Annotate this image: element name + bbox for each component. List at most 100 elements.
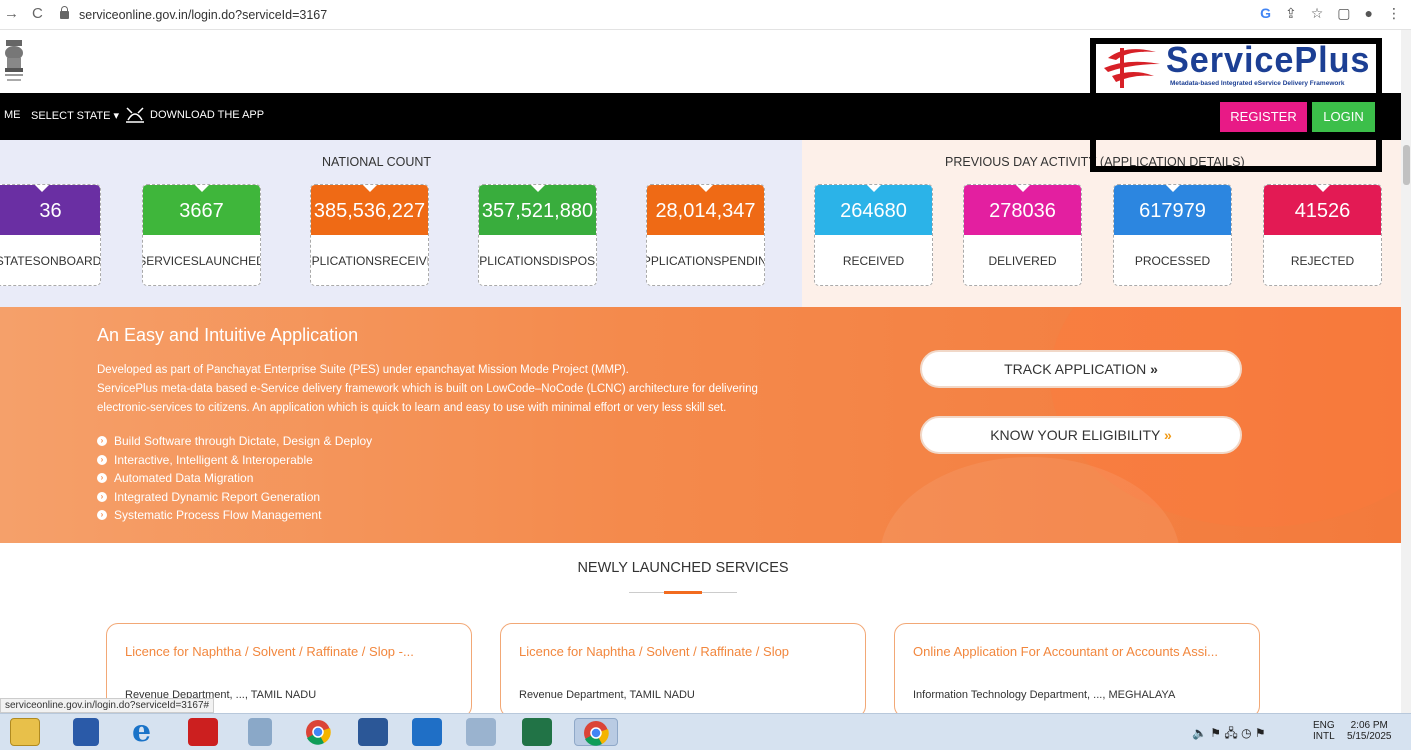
nav-select-state[interactable]: SELECT STATE ▾: [31, 109, 119, 122]
service-card-department: Revenue Department, TAMIL NADU: [519, 689, 695, 701]
stat-states-onboard: 36 STATES ONBOARD: [0, 184, 101, 286]
arrow-circle-icon: ›: [97, 473, 107, 483]
stat-value: 357,521,880: [479, 185, 596, 235]
serviceplus-logo[interactable]: ServicePlus Metadata-based Integrated eS…: [1098, 39, 1376, 92]
link-status-tooltip: serviceonline.gov.in/login.do?serviceId=…: [0, 698, 215, 713]
stat-processed: 617979 PROCESSED: [1113, 184, 1232, 286]
service-card-title[interactable]: Licence for Naphtha / Solvent / Raffinat…: [125, 642, 455, 661]
main-nav: ME SELECT STATE ▾ DOWNLOAD THE APP: [0, 93, 1401, 140]
excel-icon[interactable]: [522, 718, 552, 746]
clock[interactable]: 2:06 PM 5/15/2025: [1347, 720, 1392, 742]
page-scrollbar[interactable]: [1401, 30, 1411, 713]
newly-launched-title: NEWLY LAUNCHED SERVICES: [577, 560, 789, 576]
menu-icon[interactable]: ⋮: [1387, 5, 1401, 22]
service-card[interactable]: Online Application For Accountant or Acc…: [894, 623, 1260, 718]
stat-applications-disposed: 357,521,880 APPLICATIONSDISPOSED: [478, 184, 597, 286]
title-underline-accent: [664, 591, 702, 594]
share-icon[interactable]: ⇪: [1285, 5, 1297, 22]
stat-received: 264680 RECEIVED: [814, 184, 933, 286]
reload-icon[interactable]: C: [32, 5, 43, 22]
tab-icon[interactable]: ▢: [1337, 5, 1350, 22]
brand-name: ServicePlus: [1166, 39, 1371, 80]
profile-icon[interactable]: ●: [1365, 5, 1373, 22]
stat-value: 385,536,227: [311, 185, 428, 235]
serviceplus-swoosh-icon: [1104, 48, 1160, 88]
service-card-department: Information Technology Department, ..., …: [913, 689, 1176, 701]
stat-label: PROCESSED: [1134, 253, 1211, 268]
file-explorer-icon[interactable]: [10, 718, 40, 746]
stat-applications-received: 385,536,227 APPLICATIONSRECEIVED: [310, 184, 429, 286]
stat-services-launched: 3667 SERVICES LAUNCHED: [142, 184, 261, 286]
stat-label: REJECTED: [1290, 253, 1355, 268]
banner-paragraph: ServicePlus meta-data based e-Service de…: [97, 383, 758, 395]
feature-item: › Build Software through Dictate, Design …: [97, 434, 372, 448]
know-eligibility-button[interactable]: KNOW YOUR ELIGIBILITY »: [920, 416, 1242, 454]
banner-paragraph: Developed as part of Panchayat Enterpris…: [97, 364, 629, 376]
track-application-button[interactable]: TRACK APPLICATION »: [920, 350, 1242, 388]
forward-icon[interactable]: →: [4, 5, 19, 22]
lock-icon: [60, 6, 69, 19]
feature-item: › Systematic Process Flow Management: [97, 508, 321, 522]
google-icon[interactable]: G: [1260, 5, 1271, 22]
arrow-circle-icon: ›: [97, 510, 107, 520]
paint-icon[interactable]: [466, 718, 496, 746]
stat-label: APPLICATIONSRECEIVED: [311, 253, 428, 268]
download-manager-icon[interactable]: [412, 718, 442, 746]
stat-label: SERVICES LAUNCHED: [142, 253, 261, 268]
internet-explorer-icon[interactable]: e: [132, 717, 162, 747]
stat-value: 278036: [964, 185, 1081, 235]
stat-label: RECEIVED: [842, 253, 905, 268]
arrow-circle-icon: ›: [97, 436, 107, 446]
address-bar[interactable]: serviceonline.gov.in/login.do?serviceId=…: [60, 3, 1190, 27]
banner-paragraph: electronic-services to citizens. An appl…: [97, 402, 727, 414]
system-tray-icons[interactable]: 🔈 ⚑ 🖧 ◷ ⚑: [1192, 724, 1266, 745]
stat-delivered: 278036 DELIVERED: [963, 184, 1082, 286]
stat-label: STATES ONBOARD: [0, 253, 101, 268]
url-text: serviceonline.gov.in/login.do?serviceId=…: [79, 8, 328, 22]
stat-value: 28,014,347: [647, 185, 764, 235]
national-emblem-icon: [5, 40, 23, 81]
acrobat-reader-icon[interactable]: [188, 718, 218, 746]
download-app-icon: [126, 107, 144, 123]
stat-value: 264680: [815, 185, 932, 235]
stat-value: 36: [0, 185, 100, 235]
word-icon[interactable]: [358, 718, 388, 746]
language-indicator[interactable]: ENG INTL: [1313, 720, 1335, 742]
nav-home[interactable]: ME: [4, 109, 21, 121]
browser-toolbar: → C serviceonline.gov.in/login.do?servic…: [0, 0, 1411, 30]
track-application-label: TRACK APPLICATION: [1004, 361, 1147, 377]
stat-value: 617979: [1114, 185, 1231, 235]
register-button[interactable]: REGISTER: [1220, 102, 1307, 132]
nav-download-app[interactable]: DOWNLOAD THE APP: [150, 109, 264, 121]
arrow-circle-icon: ›: [97, 492, 107, 502]
windows-media-icon[interactable]: [73, 718, 99, 746]
banner-title: An Easy and Intuitive Application: [97, 325, 359, 345]
bookmark-star-icon[interactable]: ☆: [1311, 5, 1324, 22]
previous-day-title: PREVIOUS DAY ACTIVITY (APPLICATION DETAI…: [945, 155, 1245, 169]
select-state-label: SELECT STATE: [31, 110, 111, 122]
chrome-icon[interactable]: [303, 718, 333, 746]
stat-label: APPLICATIONSPENDING: [647, 253, 764, 268]
stat-label: APPLICATIONSDISPOSED: [479, 253, 596, 268]
brand-tagline: Metadata-based Integrated eService Deliv…: [1170, 80, 1345, 87]
service-card[interactable]: Licence for Naphtha / Solvent / Raffinat…: [500, 623, 866, 718]
stat-label: DELIVERED: [988, 253, 1057, 268]
caret-down-icon: ▾: [113, 110, 120, 122]
arrow-circle-icon: ›: [97, 455, 107, 465]
stat-value: 41526: [1264, 185, 1381, 235]
stat-rejected: 41526 REJECTED: [1263, 184, 1382, 286]
stat-applications-pending: 28,014,347 APPLICATIONSPENDING: [646, 184, 765, 286]
calculator-icon[interactable]: [248, 718, 272, 746]
service-card-title[interactable]: Online Application For Accountant or Acc…: [913, 642, 1243, 661]
national-count-title: NATIONAL COUNT: [322, 155, 432, 169]
service-card-title[interactable]: Licence for Naphtha / Solvent / Raffinat…: [519, 642, 849, 661]
chrome-active-icon[interactable]: [574, 718, 618, 746]
feature-item: › Interactive, Intelligent & Interoperabl…: [97, 453, 313, 467]
login-button[interactable]: LOGIN: [1312, 102, 1375, 132]
feature-item: › Automated Data Migration: [97, 471, 253, 485]
feature-item: › Integrated Dynamic Report Generation: [97, 490, 320, 504]
double-chevron-icon: »: [1163, 427, 1172, 443]
scrollbar-thumb[interactable]: [1403, 145, 1410, 185]
stat-value: 3667: [143, 185, 260, 235]
know-eligibility-label: KNOW YOUR ELIGIBILITY: [990, 427, 1161, 443]
